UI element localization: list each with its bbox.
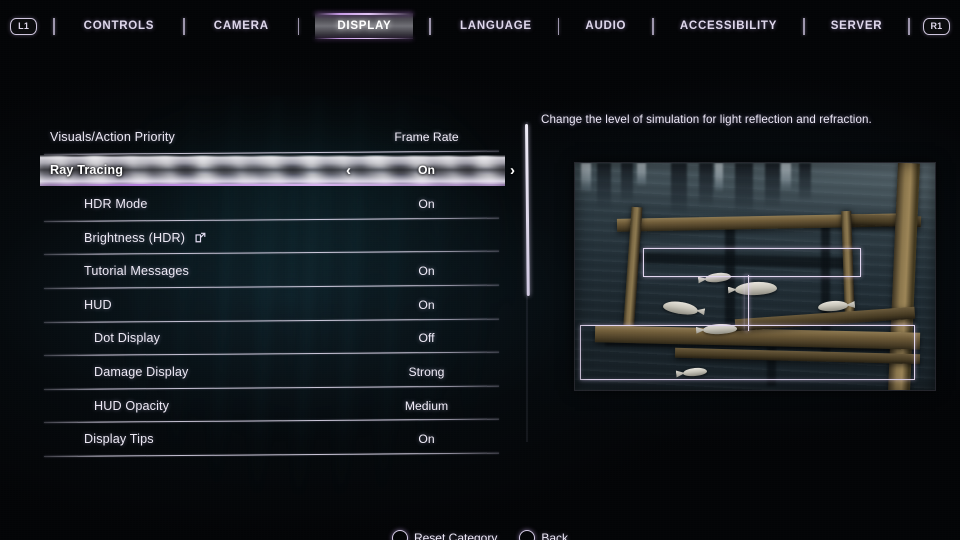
value-next-arrow[interactable]: › (510, 163, 515, 178)
setting-value: On (418, 264, 435, 279)
reset-category-button[interactable]: Reset Category (391, 530, 498, 540)
circle-button-icon (391, 530, 408, 540)
setting-label: Damage Display (94, 364, 189, 379)
setting-label: HUD Opacity (94, 398, 170, 413)
setting-label: HUD (84, 297, 112, 312)
setting-label: HDR Mode (84, 196, 148, 211)
value-prev-arrow[interactable]: ‹ (346, 163, 351, 178)
nav-divider (429, 17, 432, 35)
setting-value: On (418, 297, 435, 312)
tab-camera[interactable]: CAMERA (201, 13, 282, 39)
setting-label: Ray Tracing (50, 163, 124, 178)
setting-label: Visuals/Action Priority (50, 129, 176, 144)
setting-row-damage-display[interactable]: Damage Display Strong (43, 355, 506, 390)
setting-row-visuals-action-priority[interactable]: Visuals/Action Priority Frame Rate (43, 120, 506, 155)
setting-row-ray-tracing[interactable]: Ray Tracing ‹ On › (40, 154, 515, 188)
tab-audio[interactable]: AUDIO (572, 13, 639, 39)
setting-value: Off (418, 331, 435, 346)
tab-accessibility[interactable]: ACCESSIBILITY (667, 13, 790, 39)
l1-bumper-icon[interactable]: L1 (10, 17, 38, 35)
setting-label: Dot Display (94, 331, 161, 346)
back-button[interactable]: Back (519, 530, 568, 540)
preview-scene (575, 163, 935, 390)
preview-overlay-box (580, 325, 915, 380)
setting-row-hdr-mode[interactable]: HDR Mode On (43, 187, 506, 222)
setting-label: Display Tips (84, 432, 154, 447)
setting-value: On (418, 196, 435, 211)
setting-value: Medium (404, 398, 449, 413)
nav-divider (908, 17, 910, 35)
tab-display[interactable]: DISPLAY (315, 13, 414, 39)
nav-divider (297, 17, 300, 35)
settings-screen: L1 CONTROLS CAMERA DISPLAY LANGUAGE AUDI… (0, 0, 960, 540)
reset-category-label: Reset Category (413, 531, 498, 540)
nav-divider (652, 17, 654, 35)
footer-hints: Reset Category Back (0, 530, 960, 540)
nav-divider (803, 17, 805, 35)
category-tab-bar: L1 CONTROLS CAMERA DISPLAY LANGUAGE AUDI… (0, 11, 960, 41)
nav-divider (53, 17, 55, 35)
row-divider (43, 452, 499, 457)
setting-row-dot-display[interactable]: Dot Display Off (43, 322, 506, 357)
setting-row-hud-opacity[interactable]: HUD Opacity Medium (43, 389, 506, 424)
tab-server[interactable]: SERVER (818, 13, 896, 39)
setting-row-display-tips[interactable]: Display Tips On (43, 422, 506, 457)
preview-overlay-box (643, 248, 861, 277)
external-link-icon (195, 232, 206, 243)
setting-row-brightness-hdr[interactable]: Brightness (HDR) (43, 221, 506, 256)
setting-value: On (418, 432, 435, 447)
tab-controls[interactable]: CONTROLS (71, 13, 168, 39)
setting-label-text: Brightness (HDR) (84, 230, 186, 245)
circle-button-icon (519, 530, 536, 540)
nav-divider (183, 17, 185, 35)
setting-value: Frame Rate (394, 129, 459, 144)
r1-bumper-icon[interactable]: R1 (922, 17, 950, 35)
preview-overlay-box (745, 275, 749, 331)
setting-label: Tutorial Messages (84, 264, 189, 279)
setting-value: Strong (408, 364, 445, 379)
setting-row-tutorial-messages[interactable]: Tutorial Messages On (43, 254, 506, 289)
settings-list: Visuals/Action Priority Frame Rate Ray T… (40, 120, 515, 470)
setting-label: Brightness (HDR) (84, 231, 206, 245)
tab-language[interactable]: LANGUAGE (447, 13, 545, 39)
setting-description: Change the level of simulation for light… (541, 113, 872, 126)
back-label: Back (541, 531, 569, 540)
setting-row-hud[interactable]: HUD On (43, 288, 506, 323)
setting-preview-image (575, 163, 935, 390)
setting-value: On (418, 163, 435, 178)
nav-divider (557, 17, 560, 35)
